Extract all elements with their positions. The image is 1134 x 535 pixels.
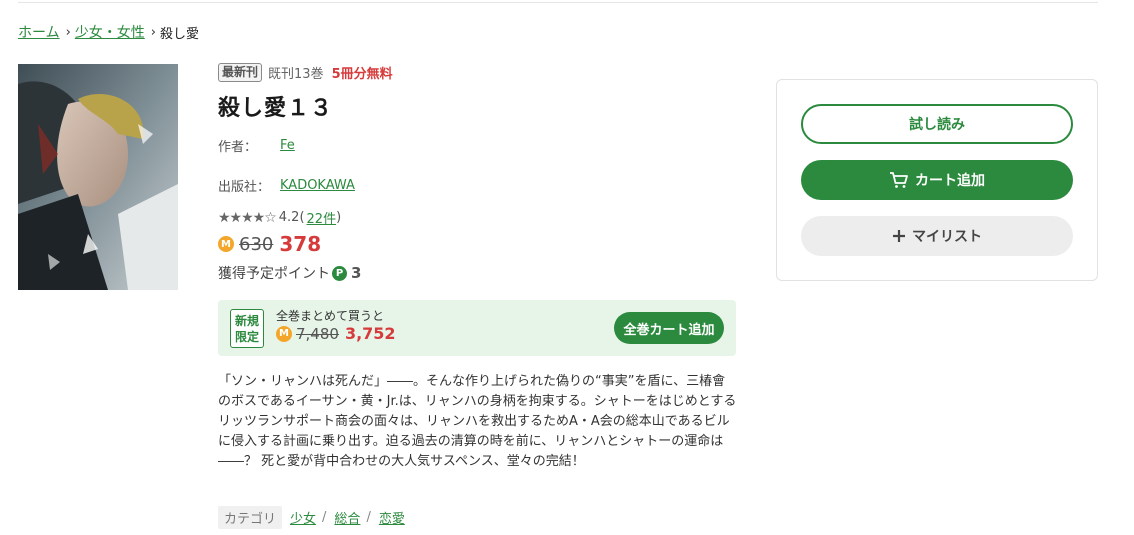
rating-score: 4.2 <box>278 210 300 225</box>
description: 「ソン・リャンハは死んだ」――。そんな作り上げられた偽りの“事実”を盾に、三椿會… <box>218 374 737 469</box>
author-row: 作者： Fe <box>218 136 295 155</box>
category-link-general[interactable]: 総合 <box>334 508 360 527</box>
breadcrumb-category-link[interactable]: 少女・女性 <box>75 22 145 42</box>
free-volumes-label: 5冊分無料 <box>331 66 393 82</box>
chevron-right-icon: › <box>150 24 156 40</box>
points-label: 獲得予定ポイント <box>218 266 330 282</box>
add-to-cart-button[interactable]: カート追加 <box>801 160 1073 200</box>
badge-line-2: 限定 <box>234 330 259 344</box>
badge-line-1: 新規 <box>234 314 259 328</box>
bundle-sale-price: 3,752 <box>344 324 396 343</box>
breadcrumb: ホーム › 少女・女性 › 殺し愛 <box>18 22 199 42</box>
add-to-mylist-button[interactable]: マイリスト <box>801 216 1073 256</box>
bundle-offer: 新規 限定 全巻まとめて買うと M 7,480 3,752 全巻カート追加 <box>218 300 736 356</box>
plus-icon <box>893 230 905 242</box>
sale-price: 378 <box>279 232 322 256</box>
category-link-romance[interactable]: 恋愛 <box>379 508 405 527</box>
product-info: 最新刊 既刊13巻 5冊分無料 殺し愛１３ 作者： Fe 出版社： KADOKA… <box>218 62 738 282</box>
breadcrumb-current: 殺し愛 <box>160 26 200 42</box>
book-cover-image[interactable] <box>18 64 178 290</box>
list-price: 630 <box>239 233 274 255</box>
cover-art <box>18 64 178 290</box>
rating: ★★★★☆ 4.2 (22件) <box>218 208 342 228</box>
category-row: カテゴリ 少女 / 総合 / 恋愛 <box>218 506 405 529</box>
review-count-link[interactable]: 22件 <box>307 208 337 227</box>
top-divider <box>18 2 1098 3</box>
category-separator: / <box>322 510 327 525</box>
add-all-to-cart-button[interactable]: 全巻カート追加 <box>614 312 724 344</box>
product-tagline: 最新刊 既刊13巻 5冊分無料 <box>218 62 738 82</box>
purchase-panel: 試し読み カート追加 マイリスト <box>776 79 1098 281</box>
star-rating-icon: ★★★★☆ <box>218 209 277 226</box>
author-label: 作者： <box>218 140 258 155</box>
publisher-label: 出版社： <box>218 180 271 195</box>
coin-icon: M <box>218 236 234 252</box>
cart-icon <box>890 172 908 188</box>
coin-icon: M <box>276 325 292 342</box>
point-icon: P <box>332 265 347 281</box>
bundle-list-price: 7,480 <box>296 324 339 343</box>
trial-read-button[interactable]: 試し読み <box>801 104 1073 144</box>
bundle-label: 全巻まとめて買うと <box>276 309 385 323</box>
category-label: カテゴリ <box>218 506 283 529</box>
review-paren-open: ( <box>299 210 305 225</box>
chevron-right-icon: › <box>65 24 71 40</box>
price: M 630 378 <box>218 232 321 256</box>
points-row: 獲得予定ポイント P 3 <box>218 263 361 283</box>
points-value: 3 <box>351 264 362 282</box>
category-link-shojo[interactable]: 少女 <box>290 508 316 527</box>
review-paren-close: ) <box>336 210 342 225</box>
product-title: 殺し愛１３ <box>218 96 334 121</box>
publisher-link[interactable]: KADOKAWA <box>280 178 355 193</box>
author-link[interactable]: Fe <box>280 138 295 153</box>
mylist-label: マイリスト <box>912 229 982 245</box>
publisher-row: 出版社： KADOKAWA <box>218 176 355 195</box>
bundle-prices: M 7,480 3,752 <box>276 324 396 343</box>
add-to-cart-label: カート追加 <box>915 173 985 189</box>
latest-volume-badge: 最新刊 <box>218 62 263 82</box>
trial-read-label: 試し読み <box>909 117 965 133</box>
published-volumes: 既刊13巻 <box>268 66 324 82</box>
new-limited-badge: 新規 限定 <box>230 309 264 348</box>
category-separator: / <box>366 510 371 525</box>
breadcrumb-home-link[interactable]: ホーム <box>18 22 60 42</box>
